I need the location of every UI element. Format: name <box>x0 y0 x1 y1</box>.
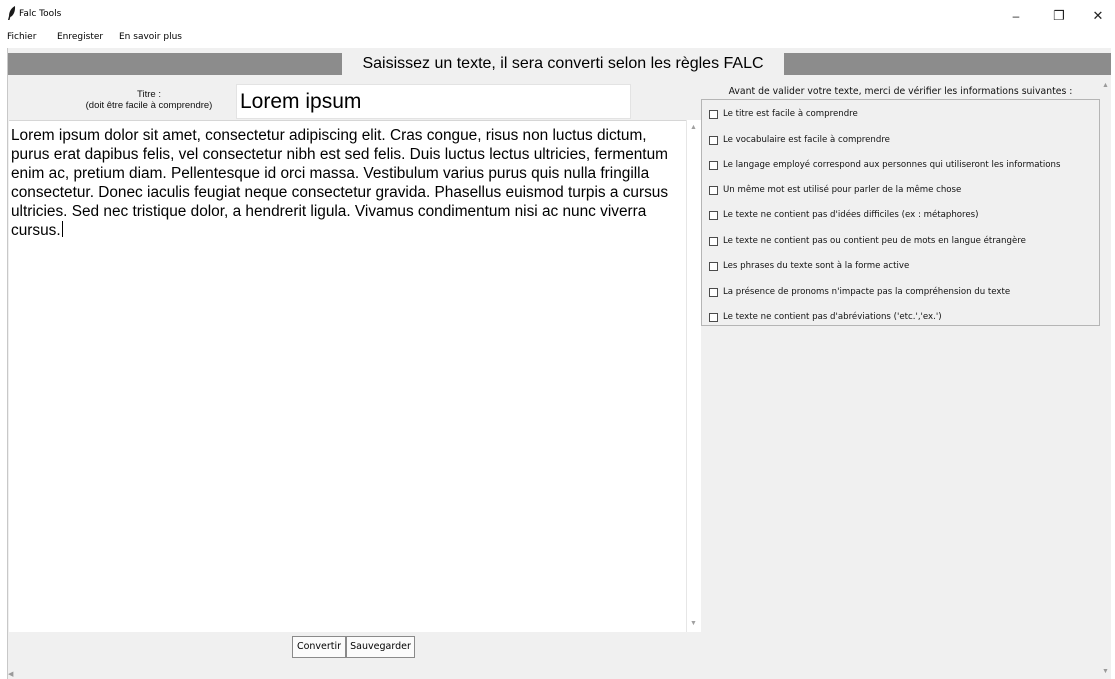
checkbox[interactable] <box>709 312 718 322</box>
checklist-label: Le titre est facile à comprendre <box>723 109 858 119</box>
menu-bar: Fichier Enregister En savoir plus <box>0 31 1115 45</box>
header-instruction: Saisissez un texte, il sera converti sel… <box>342 53 784 75</box>
title-bar: Falc Tools – ❐ ✕ <box>0 0 1115 31</box>
checklist-label: Le texte ne contient pas d'abréviations … <box>723 312 942 322</box>
feather-icon <box>8 6 16 20</box>
checklist-label: Le texte ne contient pas ou contient peu… <box>723 236 1026 246</box>
convert-button[interactable]: Convertir <box>292 636 346 658</box>
window-horizontal-scrollbar[interactable]: ◀ <box>8 670 1100 679</box>
scroll-up-icon[interactable]: ▲ <box>1102 82 1109 89</box>
checklist-header: Avant de valider votre texte, merci de v… <box>728 86 1073 97</box>
checklist-label: Le texte ne contient pas d'idées diffici… <box>723 210 979 220</box>
menu-file[interactable]: Fichier <box>7 32 36 42</box>
checkbox[interactable] <box>709 109 718 119</box>
restore-icon: ❐ <box>1053 7 1065 23</box>
minimize-button[interactable]: – <box>993 0 1039 31</box>
checklist-item[interactable]: Le texte ne contient pas d'abréviations … <box>709 311 942 323</box>
menu-about[interactable]: En savoir plus <box>119 32 182 42</box>
checklist-item[interactable]: Le texte ne contient pas d'idées diffici… <box>709 209 979 221</box>
title-label-main: Titre : <box>137 89 161 100</box>
menu-save[interactable]: Enregister <box>57 32 103 42</box>
checkbox[interactable] <box>709 160 718 170</box>
checklist-item[interactable]: Le vocabulaire est facile à comprendre <box>709 134 890 146</box>
checkbox[interactable] <box>709 287 718 297</box>
scroll-down-icon[interactable]: ▼ <box>1102 668 1109 675</box>
checklist-label: Le langage employé correspond aux person… <box>723 160 1061 170</box>
checklist-item[interactable]: Les phrases du texte sont à la forme act… <box>709 260 909 272</box>
title-label-hint: (doit être facile à comprendre) <box>85 100 213 111</box>
checklist-item[interactable]: Le langage employé correspond aux person… <box>709 159 1060 171</box>
scroll-left-icon[interactable]: ◀ <box>8 670 13 678</box>
text-scrollbar[interactable]: ▲ ▼ <box>686 120 701 632</box>
minimize-icon: – <box>1012 8 1020 23</box>
checklist-label: Le vocabulaire est facile à comprendre <box>723 135 890 145</box>
save-button[interactable]: Sauvegarder <box>346 636 415 658</box>
checkbox[interactable] <box>709 210 718 220</box>
checklist-label: Les phrases du texte sont à la forme act… <box>723 261 910 271</box>
checkbox[interactable] <box>709 261 718 271</box>
scroll-down-icon[interactable]: ▼ <box>690 620 697 627</box>
close-button[interactable]: ✕ <box>1075 0 1115 31</box>
text-caret <box>61 221 63 237</box>
checklist-item[interactable]: La présence de pronoms n'impacte pas la … <box>709 286 1010 298</box>
checklist-item[interactable]: Le texte ne contient pas ou contient peu… <box>709 235 1026 247</box>
window-vertical-scrollbar[interactable]: ▲ ▼ <box>1100 78 1111 679</box>
title-input[interactable]: Lorem ipsum <box>236 84 631 119</box>
scroll-up-icon[interactable]: ▲ <box>690 124 697 131</box>
checkbox[interactable] <box>709 135 718 145</box>
checkbox[interactable] <box>709 236 718 246</box>
close-icon: ✕ <box>1092 7 1104 23</box>
checkbox[interactable] <box>709 185 718 195</box>
checklist-label: Un même mot est utilisé pour parler de l… <box>723 185 962 195</box>
title-label: Titre : (doit être facile à comprendre) <box>64 89 234 111</box>
checklist-label: La présence de pronoms n'impacte pas la … <box>723 287 1011 297</box>
checklist-item[interactable]: Le titre est facile à comprendre <box>709 108 858 120</box>
text-content: Lorem ipsum dolor sit amet, consectetur … <box>11 127 669 239</box>
checklist-item[interactable]: Un même mot est utilisé pour parler de l… <box>709 184 961 196</box>
window-title: Falc Tools <box>19 9 62 19</box>
text-input-area[interactable]: Lorem ipsum dolor sit amet, consectetur … <box>9 120 686 632</box>
